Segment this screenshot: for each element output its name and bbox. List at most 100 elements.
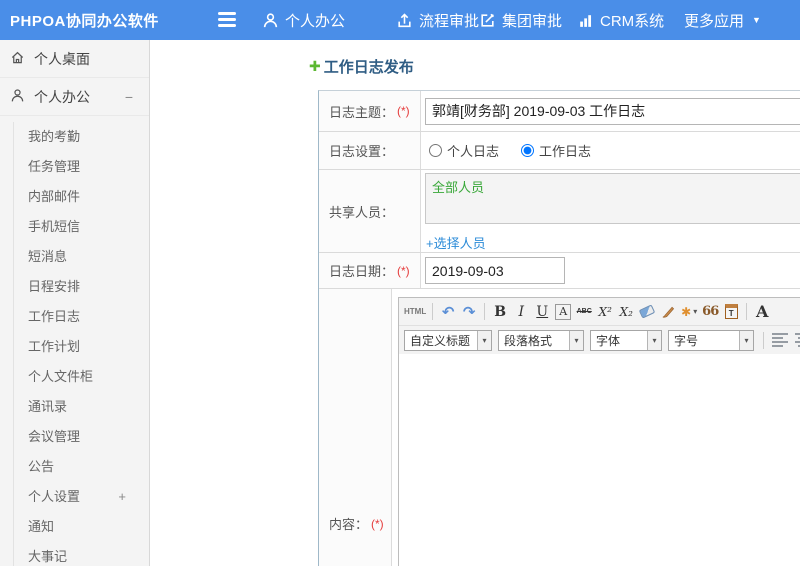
superscript-button[interactable]: X²: [596, 301, 614, 323]
nav-group-approval[interactable]: 集团审批: [479, 0, 562, 40]
form-row-log-type: 日志设置： 个人日志 工作日志: [319, 132, 800, 170]
undo-icon[interactable]: ↶: [439, 301, 457, 323]
strikethrough-button[interactable]: ABC: [575, 301, 593, 323]
sidebar-item-short-message[interactable]: 短消息: [14, 242, 149, 272]
user-icon: [10, 88, 25, 106]
required-mark: (*): [397, 263, 410, 278]
nav-label: 个人办公: [285, 12, 346, 30]
editor-toolbar-row2: 自定义标题 ▾ 段落格式 ▾ 字体 ▾ 字号 ▾: [399, 326, 800, 354]
sidebar-item-sms[interactable]: 手机短信: [14, 212, 149, 242]
green-plus-icon: ✚: [309, 58, 321, 74]
app-brand: PHPOA协同办公软件: [10, 12, 159, 30]
edit-square-icon: [479, 12, 496, 29]
nav-label: 更多应用: [684, 12, 745, 30]
home-icon: [10, 50, 25, 68]
form-row-subject: 日志主题： (*): [319, 91, 800, 132]
subscript-button[interactable]: X₂: [617, 301, 635, 323]
user-icon: [262, 12, 279, 29]
font-size-dropdown[interactable]: 字号 ▾: [668, 329, 754, 351]
subject-input[interactable]: [425, 97, 800, 125]
paragraph-format-dropdown[interactable]: 段落格式 ▾: [498, 329, 584, 351]
blockquote-button[interactable]: 66: [701, 301, 719, 323]
sidebar-submenu: 我的考勤 任务管理 内部邮件 手机短信 短消息 日程安排 工作日志 工作计划 个…: [13, 122, 149, 566]
align-left-icon[interactable]: [770, 331, 790, 349]
radio-personal-log[interactable]: 个人日志: [429, 141, 499, 160]
caret-down-icon: ▾: [647, 330, 661, 350]
sidebar-item-announcement[interactable]: 公告: [14, 452, 149, 482]
date-label: 日志日期： (*): [319, 253, 421, 288]
form-row-content: 内容： (*) HTML ↶ ↷ B I U A ABC X² X₂ ✱ ▾ 6…: [319, 289, 800, 566]
share-label: 共享人员：: [319, 170, 421, 252]
underline-button[interactable]: U: [533, 301, 551, 323]
page-title-text: 工作日志发布: [323, 59, 414, 76]
required-mark: (*): [371, 516, 384, 531]
subject-label: 日志主题： (*): [319, 91, 421, 131]
redo-icon[interactable]: ↷: [460, 301, 478, 323]
sidebar-item-contacts[interactable]: 通讯录: [14, 392, 149, 422]
caret-down-icon: ▾: [569, 330, 583, 350]
sidebar-item-milestones[interactable]: 大事记: [14, 542, 149, 566]
eraser-icon: [638, 304, 656, 319]
sidebar-item-my-attendance[interactable]: 我的考勤: [14, 122, 149, 152]
nav-personal-office[interactable]: 个人办公: [262, 0, 345, 40]
font-color-button[interactable]: A: [555, 303, 572, 320]
nav-label: CRM系统: [600, 12, 665, 30]
nav-more-apps[interactable]: 更多应用 ▼: [684, 0, 761, 40]
radio-work-log[interactable]: 工作日志: [521, 141, 591, 160]
editor-content-area[interactable]: [399, 354, 800, 566]
sidebar-item-meeting-management[interactable]: 会议管理: [14, 422, 149, 452]
nav-flow-approval[interactable]: 流程审批: [396, 0, 479, 40]
paste-as-text-button[interactable]: T: [722, 301, 740, 323]
form-row-share: 共享人员： 全部人员 +选择人员: [319, 170, 800, 253]
align-center-icon[interactable]: [793, 331, 800, 349]
clipboard-icon: T: [724, 304, 738, 319]
work-log-form: 日志主题：(*) 日志设置： 个人日志 工作日志: [318, 90, 800, 566]
font-size-button[interactable]: A: [753, 301, 771, 323]
source-code-button[interactable]: HTML: [404, 301, 426, 323]
sidebar-item-notice[interactable]: 通知: [14, 512, 149, 542]
collapse-minus-icon[interactable]: −: [125, 89, 133, 105]
content-label: 内容： (*): [319, 289, 392, 566]
rich-text-editor: HTML ↶ ↷ B I U A ABC X² X₂ ✱ ▾ 66 T A 自定…: [398, 297, 800, 566]
top-navigation-bar: PHPOA协同办公软件 个人办公 流程审批 集团审批 CRM系统 更多应用 ▼: [0, 0, 800, 40]
caret-down-icon: ▾: [693, 307, 698, 316]
nav-label: 流程审批: [419, 12, 480, 30]
format-painter-button[interactable]: [659, 301, 677, 323]
remove-format-button[interactable]: [638, 301, 656, 323]
app-window: PHPOA协同办公软件 个人办公 流程审批 集团审批 CRM系统 更多应用 ▼ …: [0, 0, 800, 566]
nav-crm-system[interactable]: CRM系统: [577, 0, 664, 40]
select-people-link[interactable]: +选择人员: [426, 233, 486, 252]
flow-approval-icon: [396, 12, 413, 29]
work-log-radio[interactable]: [521, 144, 535, 157]
date-input[interactable]: [425, 257, 565, 284]
shared-people-box[interactable]: 全部人员: [425, 173, 800, 224]
bold-button[interactable]: B: [491, 301, 509, 323]
sidebar-item-personal-desktop[interactable]: 个人桌面: [0, 40, 149, 78]
sidebar-item-work-log[interactable]: 工作日志: [14, 302, 149, 332]
italic-button[interactable]: I: [512, 301, 530, 323]
caret-down-icon: ▼: [752, 15, 761, 25]
font-family-dropdown[interactable]: 字体 ▾: [590, 329, 662, 351]
quick-format-button[interactable]: ✱ ▾: [680, 301, 698, 323]
menu-toggle-icon[interactable]: [218, 12, 236, 27]
sidebar-item-task-management[interactable]: 任务管理: [14, 152, 149, 182]
expand-plus-icon[interactable]: +: [118, 482, 126, 512]
caret-down-icon: ▾: [477, 330, 491, 350]
sidebar: 个人桌面 个人办公 − 我的考勤 任务管理 内部邮件 手机短信 短消息 日程安排…: [0, 40, 150, 566]
sidebar-item-label: 个人办公: [34, 88, 90, 105]
required-mark: (*): [397, 104, 410, 118]
sidebar-item-internal-mail[interactable]: 内部邮件: [14, 182, 149, 212]
sidebar-item-personal-settings[interactable]: 个人设置 +: [14, 482, 149, 512]
page-title: ✚ 工作日志发布: [309, 56, 414, 77]
custom-heading-dropdown[interactable]: 自定义标题 ▾: [404, 329, 492, 351]
bar-chart-icon: [577, 12, 594, 29]
sidebar-item-personal-office[interactable]: 个人办公 −: [0, 78, 149, 116]
nav-label: 集团审批: [502, 12, 563, 30]
sidebar-item-label: 个人桌面: [34, 50, 90, 67]
editor-toolbar-row1: HTML ↶ ↷ B I U A ABC X² X₂ ✱ ▾ 66 T A: [399, 298, 800, 326]
sidebar-item-schedule[interactable]: 日程安排: [14, 272, 149, 302]
sidebar-item-personal-files[interactable]: 个人文件柜: [14, 362, 149, 392]
personal-log-radio[interactable]: [429, 144, 442, 157]
log-type-label: 日志设置：: [319, 132, 421, 169]
sidebar-item-work-plan[interactable]: 工作计划: [14, 332, 149, 362]
